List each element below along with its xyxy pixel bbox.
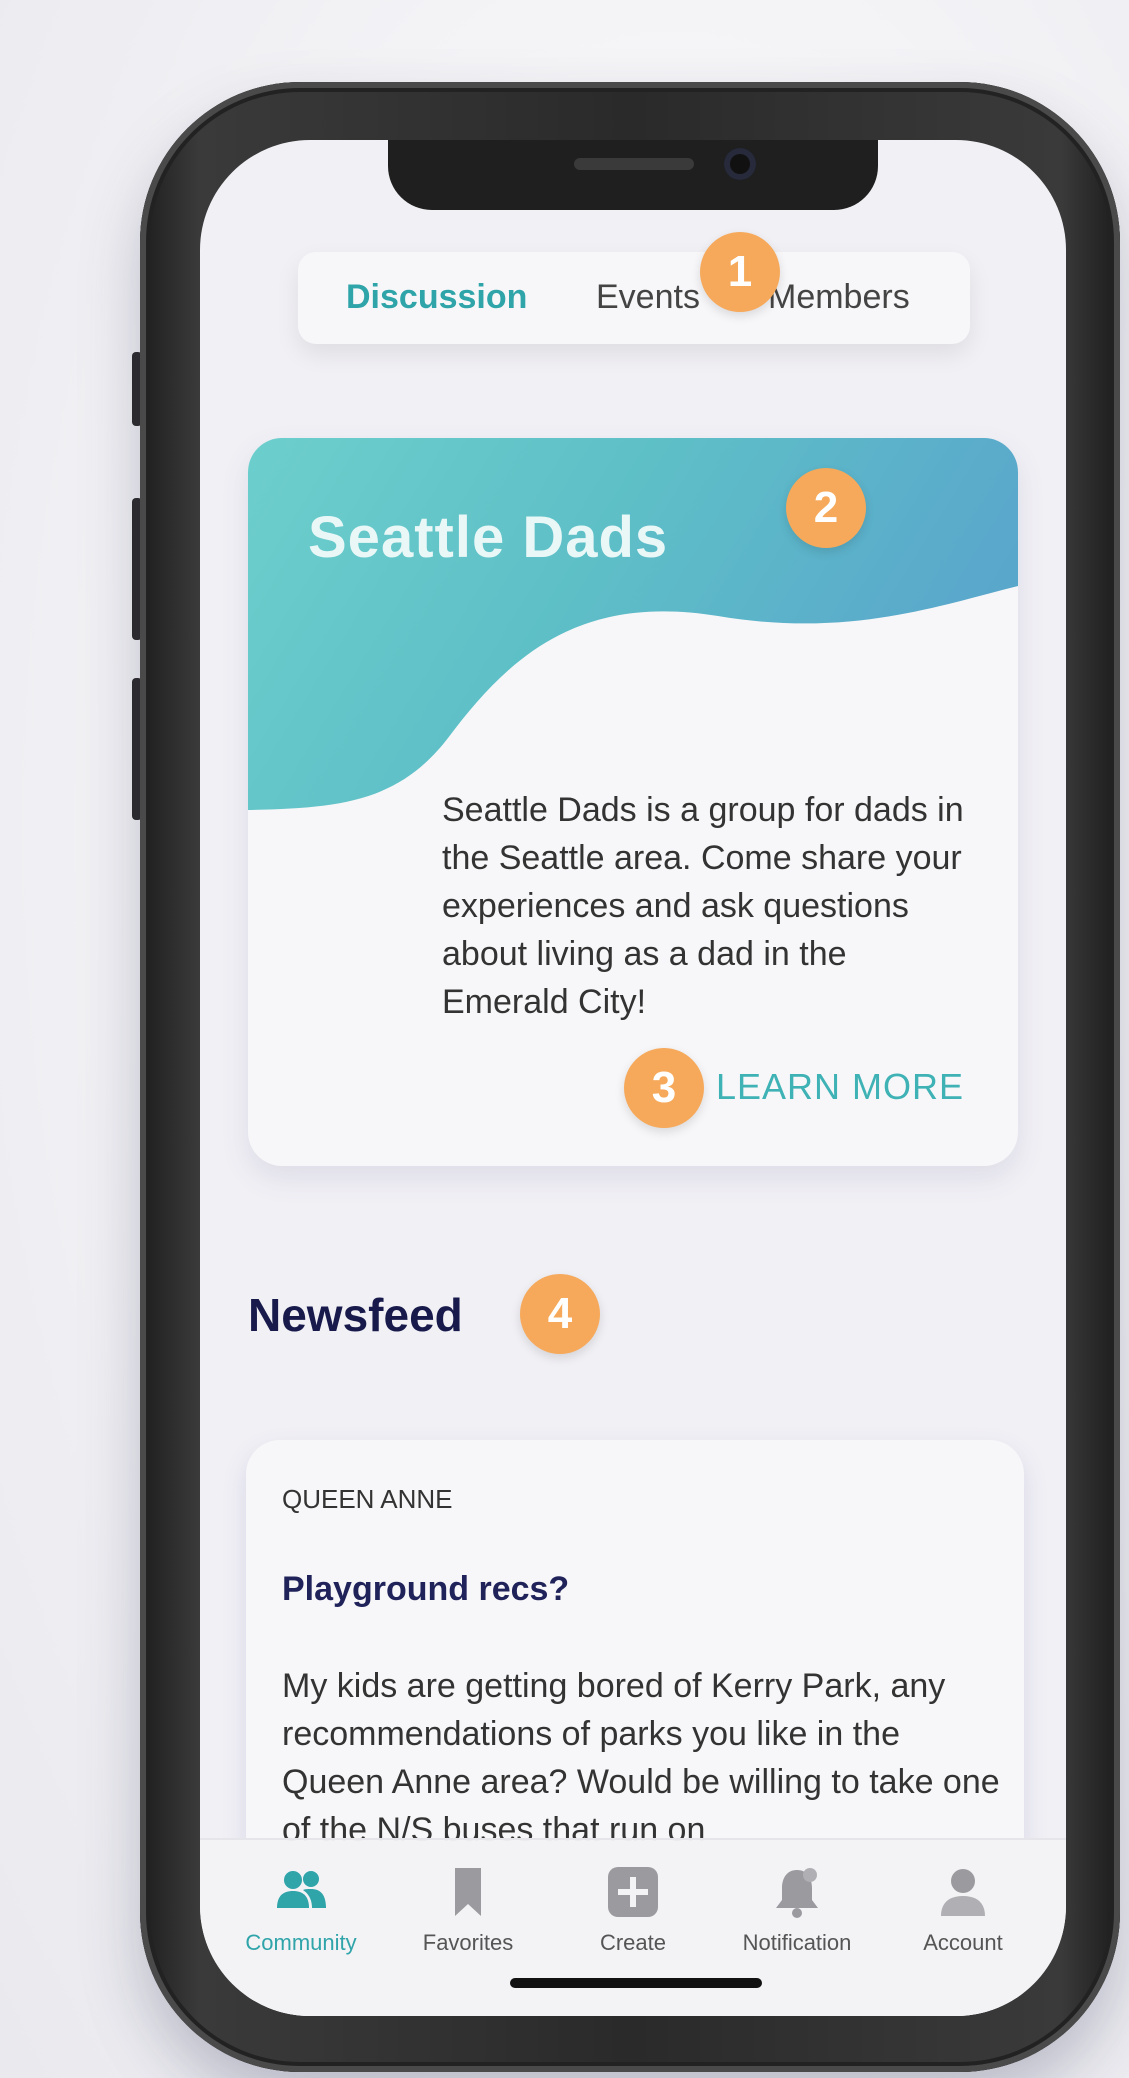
group-info-card: Seattle Dads Seattle Dads is a group for…	[248, 438, 1018, 1166]
plus-icon	[608, 1867, 658, 1917]
user-icon	[941, 1869, 985, 1916]
bottom-nav: Community Favorites Create Notification …	[200, 1838, 1066, 2016]
callout-2: 2	[786, 468, 866, 548]
community-icon	[277, 1871, 326, 1908]
tab-discussion[interactable]: Discussion	[346, 278, 527, 317]
nav-label-create: Create	[599, 1930, 667, 1955]
nav-favorites[interactable]: Favorites	[393, 1850, 543, 1956]
nav-label-community: Community	[245, 1930, 357, 1955]
bookmark-icon	[455, 1868, 481, 1916]
nav-label-favorites: Favorites	[422, 1930, 514, 1955]
tab-members[interactable]: Members	[768, 278, 910, 317]
notch	[388, 140, 878, 210]
home-indicator	[510, 1978, 762, 1988]
callout-3: 3	[624, 1048, 704, 1128]
group-title: Seattle Dads	[308, 505, 669, 570]
bell-icon	[776, 1868, 818, 1918]
learn-more-link[interactable]: LEARN MORE	[716, 1066, 964, 1108]
speaker-grille	[574, 158, 694, 170]
post-title[interactable]: Playground recs?	[282, 1570, 569, 1609]
nav-create[interactable]: Create	[558, 1850, 708, 1956]
segmented-tabs: Discussion Events Members	[298, 252, 970, 344]
group-description: Seattle Dads is a group for dads in the …	[442, 791, 964, 1021]
nav-label-account: Account	[923, 1930, 1003, 1955]
post-body: My kids are getting bored of Kerry Park,…	[282, 1667, 1000, 1849]
nav-label-notification: Notification	[742, 1930, 852, 1955]
camera-icon	[724, 148, 756, 180]
callout-1: 1	[700, 232, 780, 312]
nav-community[interactable]: Community	[226, 1850, 376, 1956]
mockup-stage: Discussion Events Members Seattle Dads S…	[0, 0, 1129, 2078]
tab-events[interactable]: Events	[596, 278, 700, 317]
callout-4: 4	[520, 1274, 600, 1354]
nav-notification[interactable]: Notification	[722, 1850, 872, 1956]
nav-account[interactable]: Account	[888, 1850, 1038, 1956]
newsfeed-heading: Newsfeed	[248, 1289, 463, 1341]
post-location: QUEEN ANNE	[282, 1484, 453, 1514]
